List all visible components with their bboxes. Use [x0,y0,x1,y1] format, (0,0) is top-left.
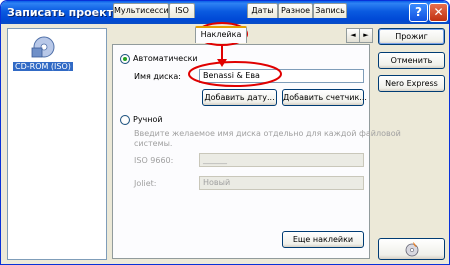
burn-button[interactable]: Прожиг [378,28,445,45]
manual-radio[interactable] [120,115,130,125]
tab-dates[interactable]: Даты [247,3,278,18]
tab-iso[interactable]: ISO [169,3,195,18]
iso-9660-input[interactable]: ______ [199,153,364,167]
nero-express-button[interactable]: Nero Express [378,75,445,92]
project-tree: CD-ROM (ISO) [7,28,107,260]
iso-9660-label: ISO 9660: [134,156,174,165]
burn-wizard-button[interactable] [378,238,445,260]
tab-misc[interactable]: Разное [278,3,313,18]
tab-scroll-left-icon[interactable]: ◄ [346,28,360,43]
cd-project-icon [31,36,55,58]
tab-scroll-right-icon[interactable]: ► [359,28,373,43]
add-counter-button[interactable]: Добавить счетчик... [282,89,367,106]
tab-label[interactable]: Наклейка [195,26,247,43]
more-labels-button[interactable]: Еще наклейки [282,231,364,248]
disc-name-label: Имя диска: [134,72,181,81]
joliet-label: Joliet: [134,179,157,188]
tree-item-cd-rom[interactable]: CD-ROM (ISO) [13,62,73,71]
manual-radio-label: Ручной [133,115,163,124]
title-bar: Записать проект ? ✕ [1,1,449,24]
label-tab-panel: Автоматически Имя диска: Benassi & Ева Д… [112,44,401,259]
disc-name-input[interactable]: Benassi & Ева [199,69,364,83]
help-icon[interactable]: ? [409,3,428,22]
window-title: Записать проект [7,6,113,19]
close-icon[interactable]: ✕ [429,3,448,22]
manual-hint-line-1: Введите желаемое имя диска отдельно для … [134,129,401,138]
cancel-button[interactable]: Отменить [378,52,445,69]
burn-project-dialog: Записать проект ? ✕ CD-ROM (ISO) Мультис… [0,0,450,265]
tab-burn[interactable]: Запись [313,3,347,18]
manual-hint-line-2: системы. [134,139,173,148]
add-date-button[interactable]: Добавить дату... [202,89,277,106]
burn-disc-icon [405,242,419,257]
auto-radio-label: Автоматически [133,54,198,63]
auto-radio[interactable] [120,54,130,64]
tab-multisession[interactable]: Мультисессия [113,3,169,18]
joliet-input[interactable]: Новый [199,176,364,190]
